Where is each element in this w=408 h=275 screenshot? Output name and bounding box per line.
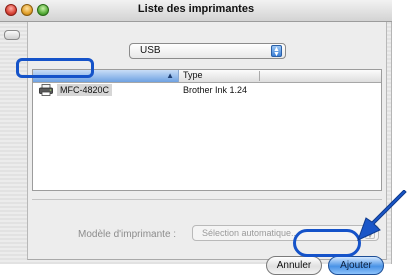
printer-table: ▲ Type MFC-4820C Brother Ink 1.24: [32, 69, 382, 191]
printer-model-label: Modèle d'imprimante :: [78, 229, 177, 240]
pointer-arrow-icon: [357, 190, 407, 241]
toolbar-toggle-button[interactable]: [4, 30, 20, 40]
window-title: Liste des imprimantes: [137, 3, 255, 15]
title-bar[interactable]: Liste des imprimantes: [0, 0, 392, 22]
printer-highlight-ring: [16, 58, 94, 78]
column-divider: [259, 71, 260, 81]
table-row[interactable]: MFC-4820C Brother Ink 1.24: [33, 83, 381, 98]
printer-icon: [39, 84, 53, 96]
connection-type-value: USB: [140, 45, 161, 56]
printer-type-cell: Brother Ink 1.24: [183, 85, 248, 95]
divider: [32, 199, 382, 200]
sort-ascending-icon: ▲: [166, 71, 174, 80]
add-button-highlight-ring: [293, 229, 361, 257]
popup-arrows-icon: ▲▼: [271, 45, 282, 58]
connection-type-popup[interactable]: USB ▲ ▼: [129, 43, 286, 59]
printer-list-window: Liste des imprimantes USB ▲ ▼ ▲ Type MFC…: [0, 0, 392, 275]
column-header-type[interactable]: Type: [183, 70, 203, 80]
cancel-button[interactable]: Annuler: [266, 256, 322, 275]
printer-name-cell: MFC-4820C: [57, 84, 113, 96]
add-button[interactable]: Ajouter: [328, 256, 384, 275]
printer-model-value: Sélection automatique...: [202, 228, 299, 238]
